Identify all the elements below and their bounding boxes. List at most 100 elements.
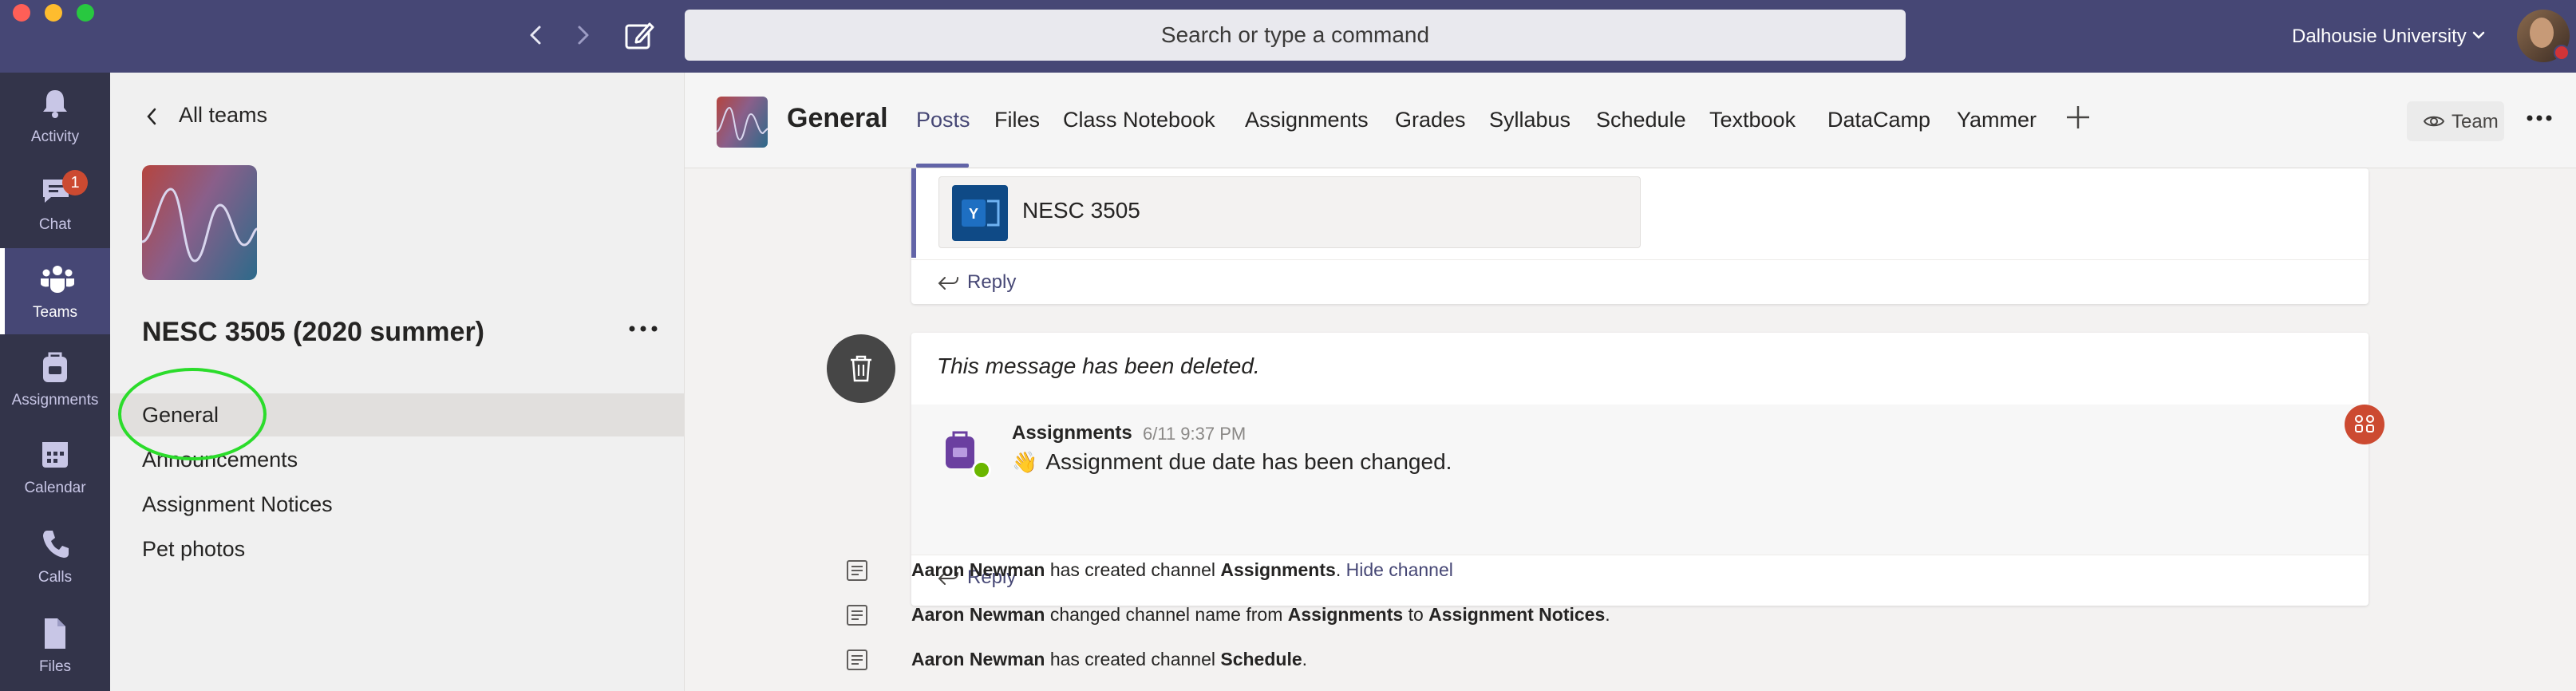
trash-icon — [851, 355, 871, 382]
rail-calls[interactable]: Calls — [0, 513, 110, 599]
rail-teams[interactable]: Teams — [0, 248, 110, 334]
channel-general[interactable]: General — [110, 393, 685, 436]
file-attachment-tile[interactable]: Y NESC 3505 — [938, 176, 1641, 248]
avatar-face — [2530, 18, 2554, 48]
rail-label: Chat — [38, 216, 72, 233]
new-chat-compose-icon[interactable] — [622, 19, 656, 53]
reply-text: 👋 Assignment due date has been changed. — [1012, 449, 1452, 475]
reply-message: Assignments 6/11 9:37 PM 👋 Assignment due… — [911, 405, 2369, 555]
all-teams-label: All teams — [179, 103, 268, 127]
reply-body: Assignment due date has been changed. — [1045, 449, 1452, 474]
reply-button[interactable]: Reply — [911, 259, 2369, 304]
file-icon — [45, 618, 65, 649]
tab-files[interactable]: Files — [994, 108, 1040, 132]
organization-switcher[interactable]: Dalhousie University — [2292, 0, 2467, 73]
eye-icon — [2423, 116, 2445, 127]
minimize-window-button[interactable] — [45, 4, 62, 22]
event-old-name: Assignments — [1287, 604, 1404, 625]
system-event: Aaron Newman has created channel Schedul… — [844, 644, 2361, 676]
bell-icon — [43, 90, 67, 118]
tab-datacamp[interactable]: DataCamp — [1827, 108, 1930, 132]
close-window-button[interactable] — [13, 4, 30, 22]
reply-arrow-icon — [938, 277, 958, 290]
channel-header: General Posts Files Class Notebook Assig… — [685, 73, 2576, 168]
rail-label: Calls — [38, 569, 73, 586]
more-options-icon[interactable] — [2523, 106, 2555, 130]
event-actor: Aaron Newman — [911, 559, 1045, 580]
yammer-file-icon: Y — [952, 185, 1008, 241]
event-text: has created channel — [1049, 649, 1215, 669]
app-bubble-icon[interactable] — [2345, 405, 2384, 444]
system-event: Aaron Newman changed channel name from A… — [844, 599, 2361, 631]
back-arrow-icon[interactable] — [520, 19, 552, 51]
post-accent-bar — [911, 168, 916, 258]
forward-arrow-icon[interactable] — [567, 19, 599, 51]
tab-yammer[interactable]: Yammer — [1957, 108, 2037, 132]
zoom-window-button[interactable] — [77, 4, 94, 22]
deleted-message-avatar — [827, 334, 895, 403]
event-actor: Aaron Newman — [911, 604, 1045, 625]
hide-channel-link[interactable]: Hide channel — [1346, 559, 1453, 580]
tab-schedule[interactable]: Schedule — [1596, 108, 1686, 132]
channel-event-icon — [847, 605, 867, 626]
channel-pet-photos[interactable]: Pet photos — [110, 527, 685, 571]
rail-label: Activity — [30, 128, 80, 145]
calendar-icon — [42, 442, 68, 468]
teams-icon — [41, 266, 74, 293]
deleted-message-text: This message has been deleted. — [937, 353, 1260, 378]
app-rail: Activity 1 Chat Teams Assignments Calend… — [0, 73, 110, 691]
file-name: NESC 3505 — [1022, 198, 1140, 223]
team-channel-panel: All teams NESC 3505 (2020 summer) Genera… — [110, 73, 685, 691]
rail-files[interactable]: Files — [0, 602, 110, 689]
rail-label: Teams — [33, 304, 77, 321]
tab-assignments[interactable]: Assignments — [1245, 108, 1369, 132]
chevron-down-icon[interactable] — [2469, 26, 2488, 45]
more-options-icon[interactable] — [626, 317, 661, 341]
channel-assignment-notices[interactable]: Assignment Notices — [110, 483, 685, 526]
rail-activity[interactable]: Activity — [0, 73, 110, 159]
tab-grades[interactable]: Grades — [1395, 108, 1466, 132]
verified-check-icon — [972, 460, 991, 480]
active-tab-indicator — [916, 164, 969, 168]
channel-event-icon — [847, 560, 867, 581]
channel-event-icon — [847, 650, 867, 670]
team-info-button[interactable]: Team — [2407, 101, 2504, 141]
team-button-label: Team — [2452, 111, 2499, 132]
channel-announcements[interactable]: Announcements — [110, 438, 685, 481]
tab-class-notebook[interactable]: Class Notebook — [1063, 108, 1215, 132]
rail-assignments[interactable]: Assignments — [0, 336, 110, 422]
channel-team-logo — [717, 97, 768, 148]
waving-hand-emoji: 👋 — [1012, 450, 1038, 474]
phone-icon — [43, 531, 69, 558]
rail-label: Assignments — [11, 392, 99, 409]
reply-author[interactable]: Assignments — [1012, 422, 1132, 444]
tab-syllabus[interactable]: Syllabus — [1489, 108, 1570, 132]
title-bar: Search or type a command Dalhousie Unive… — [0, 0, 2576, 73]
rail-calendar[interactable]: Calendar — [0, 424, 110, 510]
tab-posts[interactable]: Posts — [916, 108, 970, 132]
reply-timestamp: 6/11 9:37 PM — [1143, 424, 1247, 444]
rail-chat[interactable]: 1 Chat — [0, 160, 110, 247]
team-logo — [142, 165, 257, 280]
add-tab-plus-icon[interactable] — [2064, 103, 2092, 132]
search-command-box[interactable]: Search or type a command — [685, 10, 1906, 61]
event-text: has created channel — [1049, 559, 1215, 580]
system-event: Aaron Newman has created channel Assignm… — [844, 555, 2361, 586]
event-channel: Assignments — [1220, 559, 1336, 580]
tab-textbook[interactable]: Textbook — [1709, 108, 1796, 132]
team-name: NESC 3505 (2020 summer) — [142, 317, 485, 347]
channel-title: General — [787, 103, 888, 133]
assignments-icon — [43, 352, 67, 382]
rail-label: Calendar — [24, 480, 86, 496]
event-new-name: Assignment Notices — [1428, 604, 1606, 625]
rail-label: Files — [38, 658, 72, 675]
event-text: changed channel name from — [1049, 604, 1283, 625]
svg-text:Y: Y — [969, 206, 978, 222]
presence-busy-indicator — [2554, 45, 2570, 61]
post-card: Y NESC 3505 Reply — [911, 168, 2369, 304]
unread-badge: 1 — [62, 170, 88, 195]
event-actor: Aaron Newman — [911, 649, 1045, 669]
event-text: to — [1408, 604, 1424, 625]
chevron-left-icon — [147, 108, 156, 125]
channel-main: General Posts Files Class Notebook Assig… — [685, 73, 2576, 691]
